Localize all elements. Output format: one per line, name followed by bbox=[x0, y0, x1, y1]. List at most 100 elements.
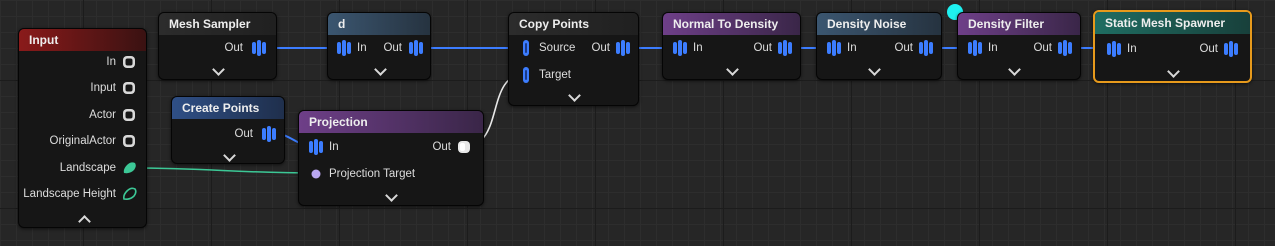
expand-chevron-icon[interactable] bbox=[568, 89, 581, 102]
input-pin-input-row: Input bbox=[19, 78, 148, 98]
projection-target-label: Projection Target bbox=[329, 168, 416, 180]
density-noise-title: Density Noise bbox=[827, 17, 907, 31]
normal-to-density-out-label: Out bbox=[753, 42, 772, 54]
expand-chevron-icon[interactable] bbox=[385, 189, 398, 202]
projection-io-row: In Out bbox=[299, 137, 485, 157]
copy-points-target-label: Target bbox=[539, 69, 571, 81]
density-filter-title: Density Filter bbox=[968, 17, 1045, 31]
input-pin-landscape-label: Landscape bbox=[59, 162, 116, 174]
density-filter-pins-row: In Out bbox=[958, 38, 1082, 58]
expand-chevron-icon[interactable] bbox=[726, 63, 739, 76]
param-pin-icon[interactable] bbox=[122, 108, 136, 122]
create-points-node[interactable]: Create Points Out bbox=[171, 96, 285, 164]
points-pin-icon[interactable] bbox=[337, 39, 351, 57]
param-pin-icon[interactable] bbox=[457, 140, 471, 154]
projection-target-row: Projection Target bbox=[299, 164, 485, 184]
input-node[interactable]: Input In Input Actor OriginalActor Lands… bbox=[18, 28, 147, 228]
input-pin-actor-label: Actor bbox=[89, 109, 116, 121]
input-pin-in-row: In bbox=[19, 52, 148, 72]
points-pin-icon[interactable] bbox=[827, 39, 841, 57]
expand-chevron-icon[interactable] bbox=[1008, 63, 1021, 76]
expand-chevron-icon[interactable] bbox=[374, 63, 387, 76]
copy-points-node[interactable]: Copy Points Source Out Target bbox=[508, 12, 639, 106]
copy-points-target-row: Target bbox=[509, 65, 640, 85]
static-mesh-spawner-pins-row: In Out bbox=[1095, 39, 1250, 59]
points-pin-icon[interactable] bbox=[309, 138, 323, 156]
static-mesh-spawner-out-label: Out bbox=[1199, 43, 1218, 55]
landscape-pin-icon[interactable] bbox=[122, 161, 138, 175]
input-pin-input-label: Input bbox=[90, 82, 116, 94]
points-pin-icon[interactable] bbox=[1058, 39, 1072, 57]
points-pin-icon[interactable] bbox=[252, 39, 266, 57]
density-filter-header: Density Filter bbox=[958, 13, 1080, 35]
mesh-sampler-out-label: Out bbox=[224, 42, 243, 54]
mesh-sampler-header: Mesh Sampler bbox=[159, 13, 276, 35]
copy-points-source-label: Source bbox=[539, 42, 576, 54]
static-mesh-spawner-in-label: In bbox=[1127, 43, 1137, 55]
input-pin-originalactor-label: OriginalActor bbox=[49, 135, 116, 147]
points-pin-icon[interactable] bbox=[262, 125, 276, 143]
point-pin-icon[interactable] bbox=[522, 67, 530, 83]
d-subgraph-out-label: Out bbox=[383, 42, 402, 54]
normal-to-density-node[interactable]: Normal To Density In Out bbox=[662, 12, 801, 80]
static-mesh-spawner-title: Static Mesh Spawner bbox=[1105, 16, 1226, 30]
density-filter-in-label: In bbox=[988, 42, 998, 54]
d-subgraph-header: d bbox=[328, 13, 430, 35]
projection-title: Projection bbox=[309, 115, 368, 129]
expand-chevron-icon[interactable] bbox=[223, 149, 236, 162]
points-pin-icon[interactable] bbox=[1224, 40, 1238, 58]
create-points-header: Create Points bbox=[172, 97, 284, 119]
points-pin-icon[interactable] bbox=[778, 39, 792, 57]
create-points-out-row: Out bbox=[172, 124, 286, 144]
input-pin-landscape-row: Landscape bbox=[19, 158, 148, 178]
points-pin-icon[interactable] bbox=[919, 39, 933, 57]
input-pin-actor-row: Actor bbox=[19, 105, 148, 125]
input-node-header: Input bbox=[19, 29, 146, 51]
projection-header: Projection bbox=[299, 111, 483, 133]
expand-chevron-icon[interactable] bbox=[868, 63, 881, 76]
input-pin-landscape-height-label: Landscape Height bbox=[23, 188, 116, 200]
param-pin-icon[interactable] bbox=[122, 134, 136, 148]
point-pin-icon[interactable] bbox=[522, 40, 530, 56]
d-subgraph-in-label: In bbox=[357, 42, 367, 54]
projection-out-label: Out bbox=[432, 141, 451, 153]
density-noise-node[interactable]: Density Noise In Out bbox=[816, 12, 942, 80]
points-pin-icon[interactable] bbox=[673, 39, 687, 57]
static-mesh-spawner-header: Static Mesh Spawner bbox=[1095, 12, 1250, 34]
spatial-pin-icon[interactable] bbox=[311, 169, 321, 179]
copy-points-title: Copy Points bbox=[519, 17, 590, 31]
density-noise-pins-row: In Out bbox=[817, 38, 943, 58]
points-pin-icon[interactable] bbox=[968, 39, 982, 57]
landscape-height-pin-icon[interactable] bbox=[122, 187, 138, 201]
expand-chevron-icon[interactable] bbox=[212, 63, 225, 76]
projection-node[interactable]: Projection In Out Projection Target bbox=[298, 110, 484, 206]
mesh-sampler-node[interactable]: Mesh Sampler Out bbox=[158, 12, 277, 80]
collapse-chevron-icon[interactable] bbox=[78, 215, 91, 228]
wire-landscape-to-projection-target[interactable] bbox=[130, 167, 317, 174]
density-filter-node[interactable]: Density Filter In Out bbox=[957, 12, 1081, 80]
input-pin-in-label: In bbox=[106, 56, 116, 68]
d-subgraph-pins-row: In Out bbox=[328, 38, 432, 58]
mesh-sampler-title: Mesh Sampler bbox=[169, 17, 251, 31]
density-noise-header: Density Noise bbox=[817, 13, 941, 35]
points-pin-icon[interactable] bbox=[616, 39, 630, 57]
normal-to-density-title: Normal To Density bbox=[673, 17, 779, 31]
create-points-title: Create Points bbox=[182, 101, 260, 115]
input-pin-originalactor-row: OriginalActor bbox=[19, 131, 148, 151]
d-subgraph-node[interactable]: d In Out bbox=[327, 12, 431, 80]
density-noise-in-label: In bbox=[847, 42, 857, 54]
normal-to-density-pins-row: In Out bbox=[663, 38, 802, 58]
copy-points-source-row: Source Out bbox=[509, 38, 640, 58]
points-pin-icon[interactable] bbox=[409, 39, 423, 57]
param-pin-icon[interactable] bbox=[122, 55, 136, 69]
static-mesh-spawner-node[interactable]: Static Mesh Spawner In Out bbox=[1093, 10, 1252, 83]
projection-in-label: In bbox=[329, 141, 339, 153]
copy-points-out-label: Out bbox=[591, 42, 610, 54]
param-pin-icon[interactable] bbox=[122, 81, 136, 95]
d-subgraph-title: d bbox=[338, 17, 346, 31]
expand-chevron-icon[interactable] bbox=[1167, 65, 1180, 78]
mesh-sampler-out-row: Out bbox=[159, 38, 278, 58]
points-pin-icon[interactable] bbox=[1107, 40, 1121, 58]
create-points-out-label: Out bbox=[234, 128, 253, 140]
normal-to-density-header: Normal To Density bbox=[663, 13, 800, 35]
